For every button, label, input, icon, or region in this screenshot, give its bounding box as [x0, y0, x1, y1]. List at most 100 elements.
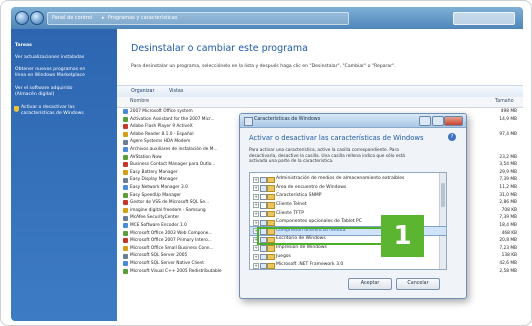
feature-checkbox[interactable] — [260, 202, 267, 209]
folder-icon — [267, 219, 275, 226]
feature-checkbox[interactable] — [260, 193, 267, 201]
feature-item[interactable]: + Microsoft .NET Framework 3.0 — [250, 261, 446, 269]
expand-icon[interactable]: + — [253, 254, 259, 261]
program-icon — [123, 268, 128, 274]
program-icon — [123, 185, 128, 191]
folder-icon — [267, 253, 275, 261]
program-name: Gestor de VSS de Microsoft SQL Se... — [130, 200, 210, 206]
program-icon — [123, 200, 128, 206]
column-header-size[interactable]: Tamaño — [495, 99, 514, 104]
feature-label: Componentes opcionales de Tablet PC — [276, 219, 362, 225]
feature-checkbox[interactable] — [260, 185, 267, 192]
expand-icon[interactable]: + — [253, 202, 259, 209]
link-windows-marketplace[interactable]: Obtener nuevos programas en línea en Win… — [15, 67, 85, 79]
feature-label: Administración de medios de almacenamien… — [276, 176, 405, 182]
views-button[interactable]: Vistas — [169, 89, 183, 94]
program-size: 2,86 MB — [499, 200, 517, 206]
expand-icon[interactable]: + — [253, 262, 259, 269]
help-icon[interactable]: ? — [448, 133, 456, 141]
program-icon — [123, 208, 128, 214]
task-pane-title: Tareas — [15, 43, 32, 48]
feature-checkbox[interactable] — [260, 253, 267, 261]
feature-item[interactable]: + Administración de medios de almacenamie… — [250, 175, 446, 183]
minimize-button[interactable] — [419, 116, 431, 126]
feature-checkbox[interactable] — [260, 210, 267, 218]
page-title: Desinstalar o cambiar este programa — [131, 43, 308, 54]
program-name: Microsoft Office Small Business Conn... — [130, 245, 214, 251]
close-button[interactable] — [444, 116, 463, 126]
back-button[interactable] — [15, 11, 29, 25]
breadcrumb-separator: ▸ — [102, 15, 105, 21]
expand-icon[interactable]: + — [253, 245, 259, 252]
program-icon — [123, 139, 128, 145]
program-name: Microsoft Office 2007 Primary Intero... — [130, 238, 212, 244]
folder-icon — [267, 176, 275, 183]
program-icon — [123, 116, 128, 122]
feature-item[interactable]: + Característica SNMP — [250, 192, 446, 201]
dialog-title: Características de Windows — [254, 117, 321, 122]
link-digital-locker[interactable]: Ver el software adquirido (Almacén digit… — [15, 86, 72, 98]
feature-checkbox[interactable] — [260, 245, 267, 252]
program-name: Microsoft SQL Server 2005 — [130, 253, 188, 259]
program-name: Microsoft Office 2003 Web Compone... — [130, 230, 213, 236]
folder-icon — [267, 262, 275, 269]
feature-checkbox[interactable] — [260, 262, 267, 269]
program-icon — [123, 147, 128, 153]
column-header-name[interactable]: Nombre — [130, 99, 149, 104]
feature-label: Impresión de Windows — [276, 244, 327, 250]
feature-label: Juegos — [276, 253, 291, 259]
breadcrumb-item-control-panel[interactable]: Panel de control — [52, 15, 92, 21]
cancel-button[interactable]: Cancelar — [396, 278, 440, 290]
expand-icon[interactable]: + — [253, 219, 259, 226]
program-icon — [123, 177, 128, 183]
program-size: 3,54 MB — [499, 162, 517, 168]
program-name: Microsoft SQL Server Native Client — [130, 261, 204, 266]
dialog-instructions: Para activar una característica, active … — [249, 148, 406, 165]
shield-icon — [14, 106, 19, 112]
link-turn-windows-features[interactable]: Activar o desactivar las características… — [21, 105, 84, 117]
forward-button[interactable] — [30, 11, 44, 25]
organize-button[interactable]: Organizar — [131, 89, 154, 94]
feature-checkbox[interactable] — [260, 219, 267, 226]
expand-icon[interactable]: + — [253, 211, 259, 218]
folder-icon — [267, 202, 275, 209]
expand-icon[interactable]: + — [253, 176, 259, 183]
program-name: imagine digital freedom - Samsung — [130, 207, 206, 213]
breadcrumb-item-programs[interactable]: Programas y características — [108, 15, 177, 21]
feature-item[interactable]: + Área de encuentro de Windows — [250, 184, 446, 192]
program-name: Agere Systems HDA Modem — [130, 139, 191, 145]
maximize-button[interactable] — [432, 116, 444, 126]
program-icon — [123, 124, 128, 130]
program-icon — [123, 109, 128, 115]
program-size: 42,6 MB — [499, 261, 517, 266]
accept-button[interactable]: Aceptar — [348, 278, 392, 290]
feature-item[interactable]: + Cliente Telnet — [250, 201, 446, 209]
expand-icon[interactable]: + — [253, 185, 259, 192]
program-name: Easy Battery Manager — [130, 169, 178, 175]
program-name: Microsoft Visual C++ 2005 Redistributabl… — [130, 268, 222, 274]
program-name: AVStation Now — [130, 154, 162, 160]
link-view-installed-updates[interactable]: Ver actualizaciones instaladas — [15, 55, 84, 61]
expand-icon[interactable]: + — [253, 193, 259, 200]
program-size: 138 KB — [501, 253, 517, 259]
program-size: 20,8 MB — [499, 238, 517, 244]
program-size: 11,2 MB — [499, 185, 517, 190]
feature-label: Cliente Telnet — [276, 201, 307, 207]
search-input[interactable] — [453, 12, 515, 25]
address-bar-region: Panel de control ▸ Programas y caracterí… — [11, 7, 523, 29]
program-icon — [123, 132, 128, 138]
feature-label: Cliente TFTP — [276, 210, 304, 216]
column-header: Nombre Tamaño — [117, 97, 523, 108]
program-size: 97,4 MB — [499, 131, 517, 137]
program-icon — [123, 215, 128, 221]
program-size: 498 MB — [500, 109, 517, 114]
feature-checkbox[interactable] — [260, 176, 267, 183]
program-icon — [123, 246, 128, 252]
breadcrumb[interactable]: Panel de control ▸ Programas y caracterí… — [47, 12, 349, 25]
callout-highlight-box — [257, 227, 383, 245]
windows-features-dialog: Características de Windows Activar o des… — [239, 113, 467, 299]
program-name: Archivos auxiliares de instalación de M.… — [130, 147, 218, 152]
program-icon — [123, 238, 128, 244]
folder-icon — [267, 245, 275, 252]
feature-label: Característica SNMP — [276, 193, 322, 199]
